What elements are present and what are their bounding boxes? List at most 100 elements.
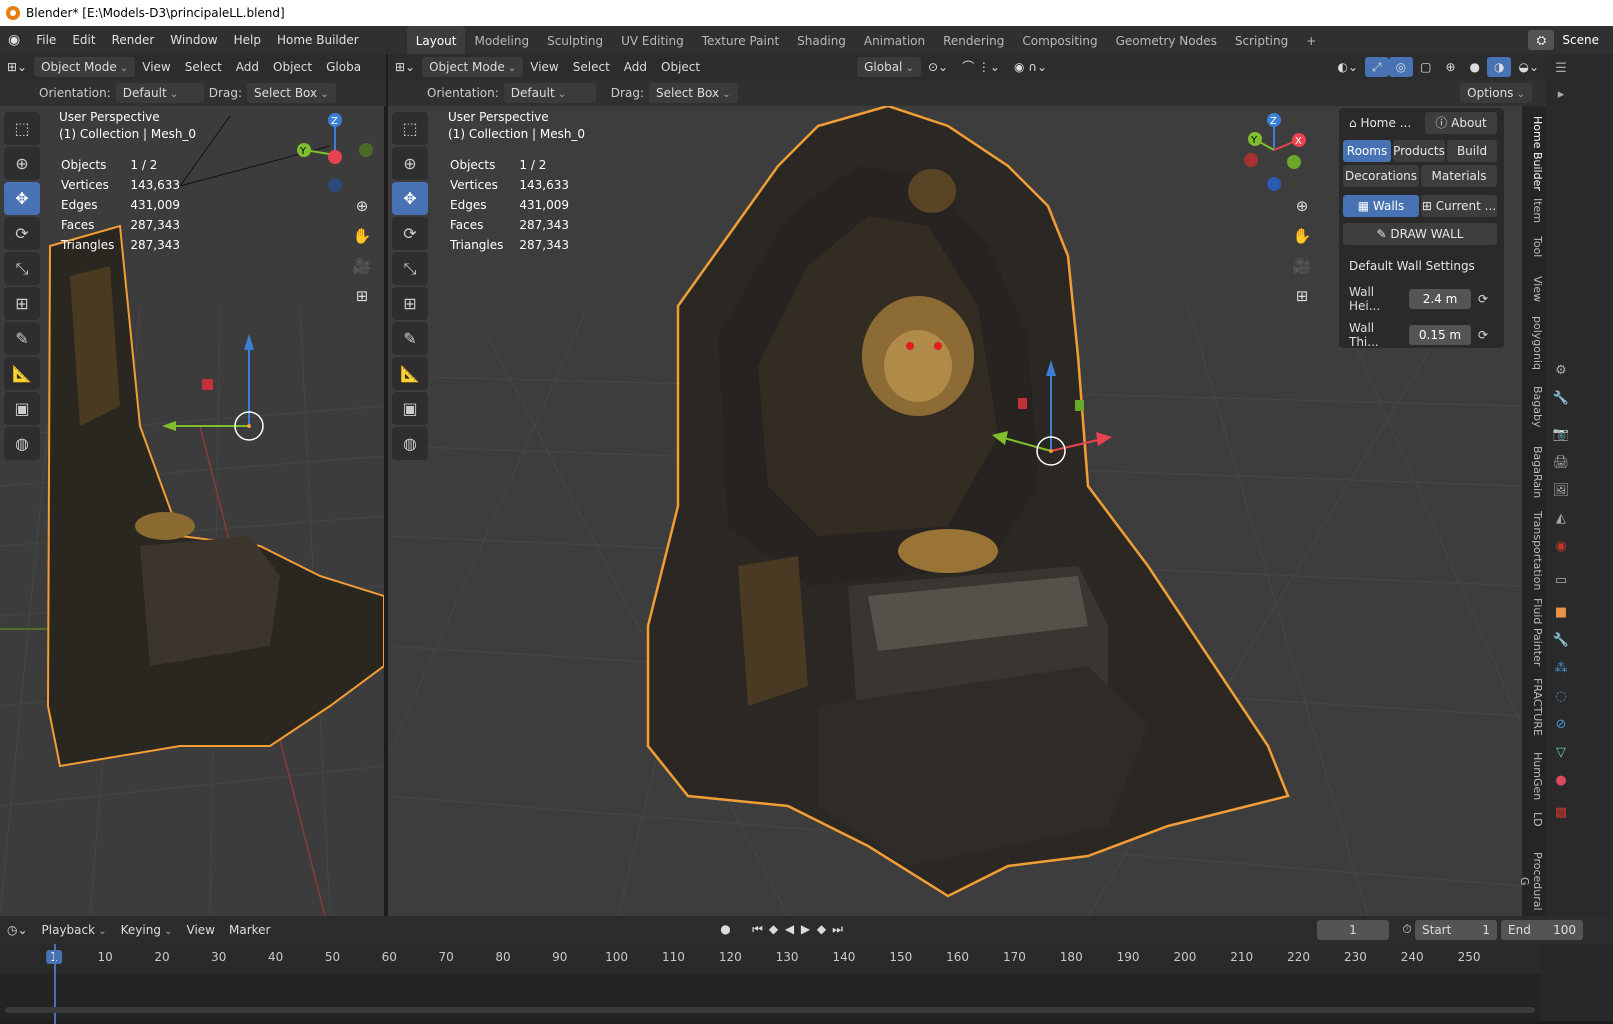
playback-menu[interactable]: Playback [35, 920, 114, 940]
refresh-icon[interactable]: ⟳ [1473, 292, 1493, 306]
object-icon[interactable]: ■ [1550, 602, 1572, 624]
timeline-track-area[interactable] [0, 944, 1540, 1024]
tab-uv-editing[interactable]: UV Editing [612, 26, 693, 54]
tab-item[interactable]: Item [1524, 198, 1544, 223]
draw-wall-button[interactable]: ✎ DRAW WALL [1343, 223, 1497, 245]
sculpt-icon[interactable]: ◍ [4, 427, 40, 460]
orientation-dropdown[interactable]: Default [503, 83, 596, 103]
tab-modeling[interactable]: Modeling [465, 26, 538, 54]
jump-end-icon[interactable]: ⏭ [829, 922, 845, 938]
physics-icon[interactable]: ◌ [1550, 686, 1572, 708]
data-mesh-icon[interactable]: ▽ [1550, 742, 1572, 764]
pivot-icon[interactable]: ⊙⌄ [921, 57, 955, 77]
navigation-gizmo[interactable]: Z Y X [1234, 110, 1314, 200]
modifier-wrench-icon[interactable]: 🔧 [1550, 630, 1572, 652]
current-button[interactable]: ⊞ Current ... [1421, 195, 1497, 217]
texture-icon[interactable]: ▩ [1550, 802, 1572, 824]
record-icon[interactable]: ● [717, 922, 733, 938]
measure-icon[interactable]: 📐 [392, 357, 428, 390]
ortho-grid-icon[interactable]: ⊞ [1288, 282, 1316, 310]
cursor-icon[interactable]: ⊕ [392, 147, 428, 180]
scale-icon[interactable]: ⤡ [392, 252, 428, 285]
cursor-icon[interactable]: ⊕ [4, 147, 40, 180]
menu-view[interactable]: View [135, 57, 177, 77]
tab-rooms[interactable]: Rooms [1343, 140, 1391, 162]
tab-products[interactable]: Products [1393, 140, 1445, 162]
gizmo-toggle-icon[interactable]: ⤢ [1365, 57, 1389, 77]
solid-shading-icon[interactable]: ● [1463, 57, 1487, 77]
tab-fracture[interactable]: FRACTURE [1524, 678, 1544, 736]
menu-add[interactable]: Add [229, 57, 266, 77]
wall-height-field[interactable]: 2.4 m [1409, 289, 1471, 309]
frame-ruler[interactable]: 1102030405060708090100110120130140150160… [0, 944, 1540, 974]
scale-icon[interactable]: ⤡ [4, 252, 40, 285]
options-dropdown[interactable]: Options [1460, 83, 1532, 103]
walls-button[interactable]: ▦ Walls [1343, 195, 1419, 217]
marker-menu[interactable]: Marker [222, 920, 277, 940]
menu-edit[interactable]: Edit [64, 26, 103, 54]
orientation-dropdown[interactable]: Default [115, 83, 204, 103]
current-frame-field[interactable]: 1 [1317, 920, 1389, 940]
proportional-edit-icon[interactable]: ◉ ∩⌄ [1007, 57, 1054, 77]
menu-home-builder[interactable]: Home Builder [269, 26, 367, 54]
tab-rendering[interactable]: Rendering [934, 26, 1013, 54]
menu-file[interactable]: File [28, 26, 64, 54]
zoom-icon[interactable]: ⊕ [1288, 192, 1316, 220]
menu-object[interactable]: Object [654, 57, 707, 77]
scene-selector[interactable]: ⛭ Scene [1528, 26, 1613, 54]
left-3d-viewport[interactable]: User Perspective (1) Collection | Mesh_0… [0, 106, 386, 916]
annotate-icon[interactable]: ✎ [4, 322, 40, 355]
transform-icon[interactable]: ⊞ [392, 287, 428, 320]
annotate-icon[interactable]: ✎ [392, 322, 428, 355]
move-icon[interactable]: ✥ [392, 182, 428, 215]
tab-polygoniq[interactable]: polygoniq [1524, 316, 1544, 370]
material-shading-icon[interactable]: ◑ [1486, 57, 1512, 77]
add-workspace-button[interactable]: + [1297, 26, 1325, 54]
select-box-icon[interactable]: ⬚ [4, 112, 40, 145]
stopwatch-icon[interactable]: ⏱ [1399, 922, 1415, 938]
tab-bagaby[interactable]: Bagaby [1524, 386, 1544, 428]
ortho-grid-icon[interactable]: ⊞ [348, 282, 376, 310]
tab-ld[interactable]: LD [1524, 812, 1544, 827]
start-frame-field[interactable]: Start 1 [1415, 920, 1497, 940]
camera-icon[interactable]: 🎥 [348, 252, 376, 280]
transform-icon[interactable]: ⊞ [4, 287, 40, 320]
constraints-icon[interactable]: ⊘ [1550, 714, 1572, 736]
drag-dropdown[interactable]: Select Box [246, 83, 336, 103]
pan-hand-icon[interactable]: ✋ [1288, 222, 1316, 250]
wrench-tool-icon[interactable]: 🔧 [1550, 388, 1572, 410]
tab-view[interactable]: View [1524, 276, 1544, 302]
drag-dropdown[interactable]: Select Box [648, 83, 738, 103]
tab-geometry-nodes[interactable]: Geometry Nodes [1107, 26, 1226, 54]
measure-icon[interactable]: 📐 [4, 357, 40, 390]
menu-window[interactable]: Window [162, 26, 225, 54]
tool-icon[interactable]: ⚙ [1550, 360, 1572, 382]
keying-menu[interactable]: Keying [114, 920, 180, 940]
transform-orientation[interactable]: Globa [319, 57, 368, 77]
material-icon[interactable]: ● [1550, 770, 1572, 792]
tab-home-builder[interactable]: Home Builder [1524, 116, 1544, 191]
add-cube-icon[interactable]: ▣ [392, 392, 428, 425]
sculpt-icon[interactable]: ◍ [392, 427, 428, 460]
tab-fluid-painter[interactable]: Fluid Painter [1524, 598, 1544, 666]
pan-hand-icon[interactable]: ✋ [348, 222, 376, 250]
transform-orientation-dropdown[interactable]: Global [857, 57, 921, 77]
jump-start-icon[interactable]: ⏮ [749, 922, 765, 938]
add-cube-icon[interactable]: ▣ [4, 392, 40, 425]
zoom-icon[interactable]: ⊕ [348, 192, 376, 220]
editor-type-icon[interactable]: ⊞⌄ [388, 57, 422, 77]
tab-transportation[interactable]: Transportation [1524, 511, 1544, 590]
world-icon[interactable]: ◉ [1550, 536, 1572, 558]
wall-thickness-field[interactable]: 0.15 m [1409, 325, 1471, 345]
menu-select[interactable]: Select [178, 57, 229, 77]
render-icon[interactable]: 📷 [1550, 424, 1572, 446]
tab-compositing[interactable]: Compositing [1013, 26, 1106, 54]
mode-dropdown[interactable]: Object Mode [422, 57, 524, 77]
menu-select[interactable]: Select [566, 57, 617, 77]
menu-help[interactable]: Help [226, 26, 269, 54]
tab-procedural[interactable]: Procedural G [1518, 846, 1544, 916]
menu-view[interactable]: View [523, 57, 565, 77]
collection-icon[interactable]: ▭ [1550, 570, 1572, 592]
prev-keyframe-icon[interactable]: ◆ [765, 922, 781, 938]
wireframe-shading-icon[interactable]: ⊕ [1438, 57, 1462, 77]
